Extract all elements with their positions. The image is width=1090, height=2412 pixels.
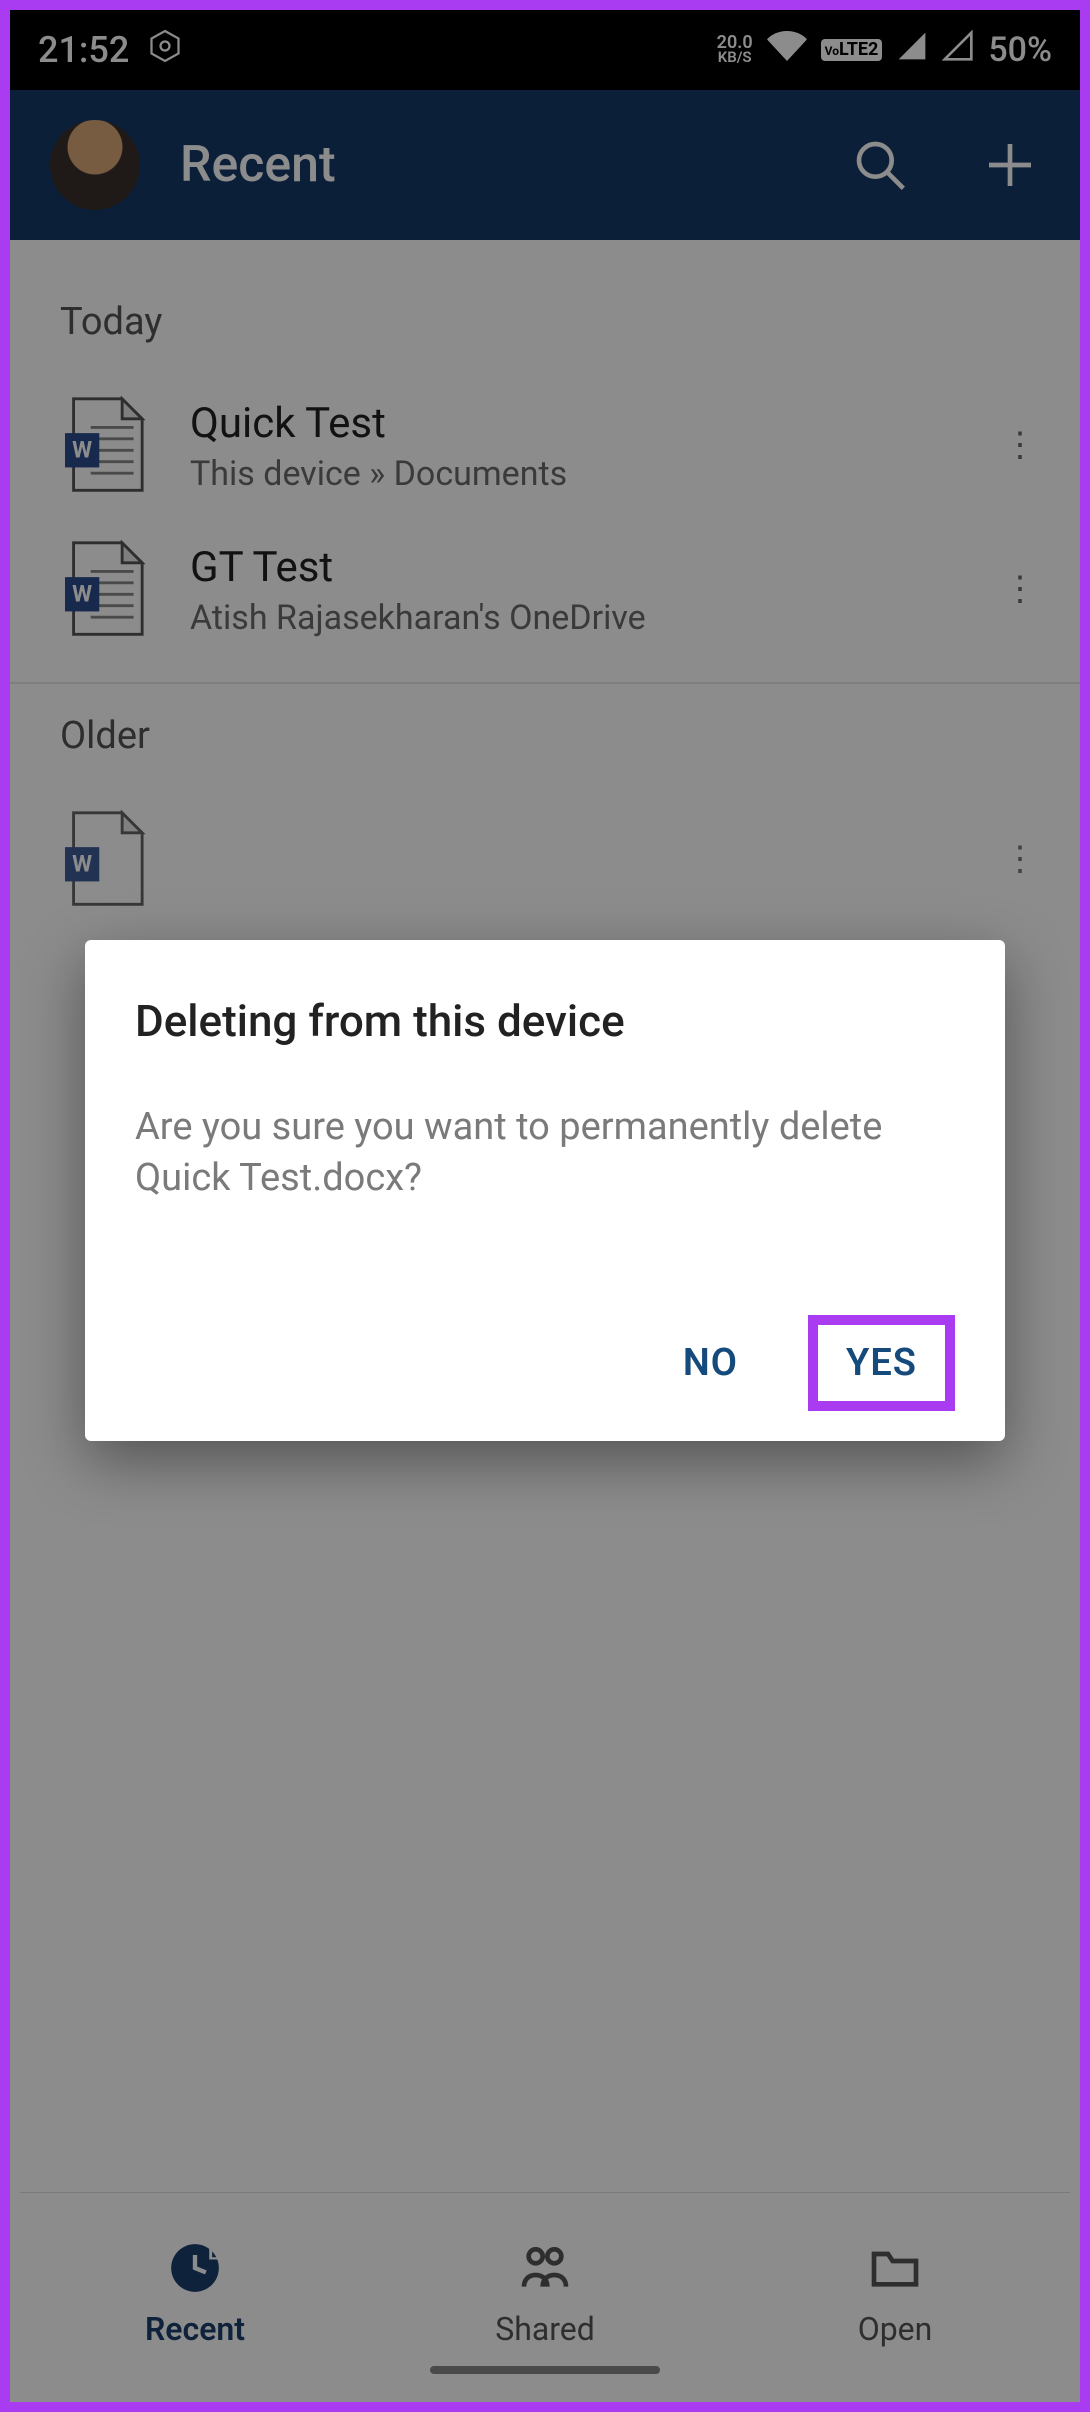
yes-button[interactable]: YES — [808, 1315, 955, 1411]
dialog-title: Deleting from this device — [135, 995, 955, 1047]
delete-confirmation-dialog: Deleting from this device Are you sure y… — [85, 940, 1005, 1441]
dialog-body: Are you sure you want to permanently del… — [135, 1102, 955, 1205]
no-button[interactable]: NO — [653, 1319, 768, 1407]
